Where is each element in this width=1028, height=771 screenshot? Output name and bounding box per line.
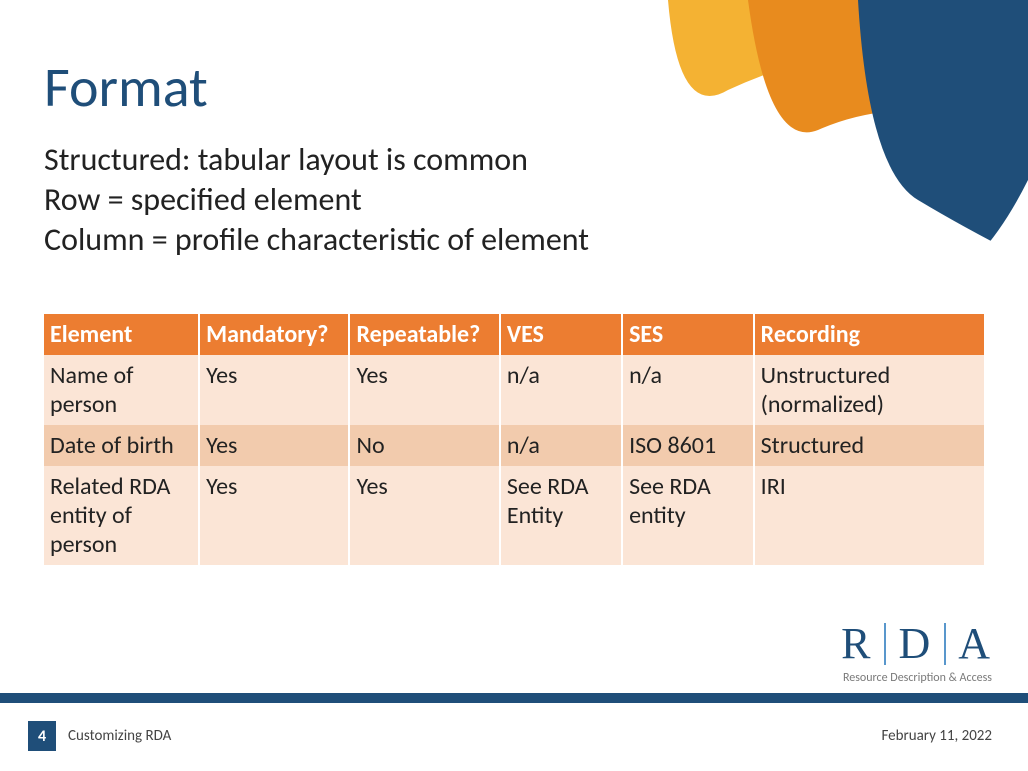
cell: Yes <box>199 466 349 565</box>
cell: n/a <box>500 355 622 425</box>
logo-letter: R <box>841 618 872 669</box>
logo-tagline: Resource Description & Access <box>792 671 992 685</box>
cell: Yes <box>199 355 349 425</box>
slide: Format Structured: tabular layout is com… <box>0 0 1028 771</box>
cell: Name of person <box>44 355 199 425</box>
body-text: Structured: tabular layout is common Row… <box>44 140 978 260</box>
body-line: Structured: tabular layout is common <box>44 140 978 180</box>
body-line: Column = profile characteristic of eleme… <box>44 220 978 260</box>
col-ves: VES <box>500 314 622 355</box>
profile-table: Element Mandatory? Repeatable? VES SES R… <box>44 314 984 565</box>
cell: ISO 8601 <box>622 425 754 466</box>
col-repeatable: Repeatable? <box>349 314 499 355</box>
cell: Yes <box>349 466 499 565</box>
footer-left: Customizing RDA <box>68 727 171 745</box>
footer-rule <box>0 693 1028 703</box>
cell: Related RDA entity of person <box>44 466 199 565</box>
slide-title: Format <box>44 54 208 122</box>
cell: Yes <box>199 425 349 466</box>
table-row: Related RDA entity of person Yes Yes See… <box>44 466 984 565</box>
logo-letter: D <box>898 618 932 669</box>
logo-letter: A <box>958 618 992 669</box>
rda-logo: R D A Resource Description & Access <box>792 618 992 685</box>
cell: Date of birth <box>44 425 199 466</box>
footer-right: February 11, 2022 <box>881 727 992 745</box>
col-ses: SES <box>622 314 754 355</box>
col-element: Element <box>44 314 199 355</box>
table-header-row: Element Mandatory? Repeatable? VES SES R… <box>44 314 984 355</box>
table-row: Date of birth Yes No n/a ISO 8601 Struct… <box>44 425 984 466</box>
cell: Structured <box>754 425 984 466</box>
col-recording: Recording <box>754 314 984 355</box>
cell: n/a <box>500 425 622 466</box>
cell: n/a <box>622 355 754 425</box>
cell: IRI <box>754 466 984 565</box>
body-line: Row = specified element <box>44 180 978 220</box>
table-row: Name of person Yes Yes n/a n/a Unstructu… <box>44 355 984 425</box>
logo-separator <box>884 623 886 665</box>
cell: No <box>349 425 499 466</box>
cell: Yes <box>349 355 499 425</box>
col-mandatory: Mandatory? <box>199 314 349 355</box>
page-number: 4 <box>28 721 56 751</box>
cell: See RDA Entity <box>500 466 622 565</box>
logo-separator <box>944 623 946 665</box>
cell: Unstructured (normalized) <box>754 355 984 425</box>
cell: See RDA entity <box>622 466 754 565</box>
